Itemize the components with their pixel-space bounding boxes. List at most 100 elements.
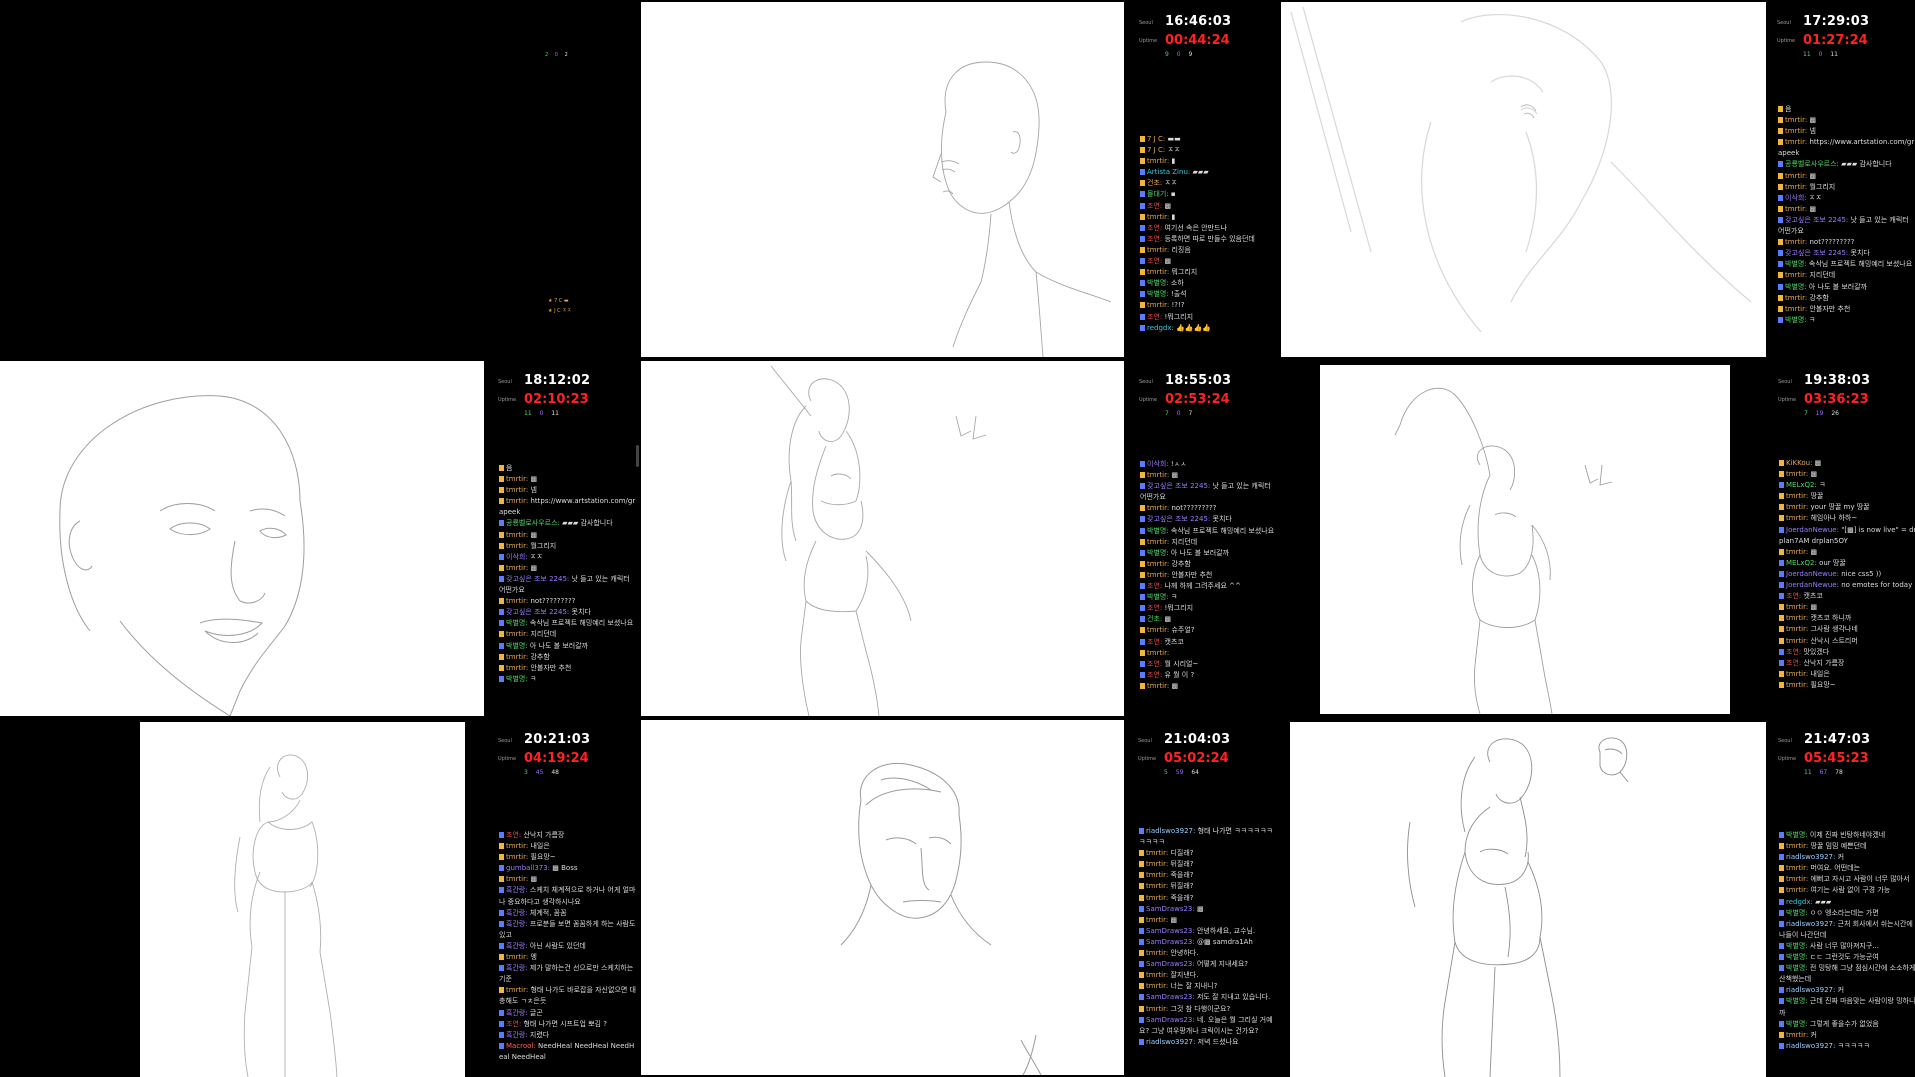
chat-username[interactable]: tmrtir: (1785, 183, 1809, 191)
chat-username[interactable]: 흑간랑: (506, 886, 530, 894)
chat-username[interactable]: JoerdanNewue: (1786, 570, 1841, 578)
chat-username[interactable]: tmrtir: (1147, 268, 1171, 276)
chat-username[interactable]: tmrtir: (1147, 571, 1171, 579)
stream-thumbnail-5[interactable]: Seoul 18:55:03 Uptime 02:53:24 7 0 7 이삭희… (640, 359, 1280, 718)
chat-username[interactable]: 갖고싶은 조보 2245: (1785, 249, 1851, 257)
chat-username[interactable]: 박별명: (1786, 942, 1810, 950)
chat-username[interactable]: 조연: (1786, 659, 1803, 667)
chat-username[interactable]: MELxQ2: (1786, 559, 1819, 567)
chat-username[interactable]: 갖고싶은 조보 2245: (506, 575, 572, 583)
stream-thumbnail-2[interactable]: Seoul 16:46:03 Uptime 00:44:24 9 0 9 7 J… (640, 0, 1280, 359)
chat-username[interactable]: SamDraws23: (1146, 993, 1197, 1001)
chat-username[interactable]: tmrtir: (506, 986, 530, 994)
chat-username[interactable]: tmrtir: (1146, 882, 1170, 890)
chat-box[interactable]: 음 tmrtir: ▩ tmrtir: 넴 tmrtir: https://www.a… (499, 463, 637, 718)
chat-username[interactable]: redgdx: (1786, 898, 1815, 906)
chat-username[interactable]: 박별명: (1786, 997, 1810, 1005)
chat-username[interactable]: tmrtir: (1786, 875, 1810, 883)
chat-box[interactable]: 박별명: 이제 진짜 빈탕하네야겠네 tmrtir: 땅꿀 밈밈 예쁜던데 riad… (1779, 830, 1915, 1077)
chat-username[interactable]: 박별명: (1147, 290, 1171, 298)
chat-username[interactable]: tmrtir: (1785, 172, 1809, 180)
chat-username[interactable]: 공룡벨로사우르스: (1785, 160, 1841, 168)
chat-username[interactable]: tmrtir: (1785, 294, 1809, 302)
chat-username[interactable]: tmrtir: (506, 531, 530, 539)
chat-username[interactable]: 박별명: (1785, 316, 1809, 324)
chat-box[interactable]: 이삭희: !ㅅㅅ tmrtir: ▩ 갖고싶은 조보 2245: 낫 들고 있는 캐… (1140, 459, 1277, 718)
chat-username[interactable]: tmrtir: (506, 564, 530, 572)
chat-username[interactable]: tmrtir: (506, 664, 530, 672)
chat-username[interactable]: tmrtir: (1786, 670, 1810, 678)
chat-username[interactable]: 흑간랑: (506, 964, 530, 972)
chat-username[interactable]: SamDraws23: (1146, 927, 1197, 935)
chat-username[interactable]: tmrtir: (506, 486, 530, 494)
chat-username[interactable]: tmrtir: (1786, 1031, 1810, 1039)
chat-username[interactable]: tmrtir: (1786, 681, 1810, 689)
chat-username[interactable]: tmrtir: (1146, 860, 1170, 868)
chat-username[interactable]: tmrtir: (1785, 238, 1809, 246)
chat-username[interactable]: tmrtir: (1786, 470, 1810, 478)
chat-username[interactable]: SamDraws23: (1146, 960, 1197, 968)
chat-username[interactable]: 박별명: (1786, 964, 1810, 972)
chat-username[interactable]: tmrtir: (1146, 871, 1170, 879)
chat-username[interactable]: Artista Zinu: (1147, 168, 1192, 176)
chat-username[interactable]: 갖고싶은 조보 2245: (506, 608, 572, 616)
chat-box[interactable]: KiKKou: ▩ tmrtir: ▩ MELxQ2: ㅋ tmrtir: 땅꿀 tmr… (1779, 458, 1915, 718)
chat-username[interactable]: 건초: (1147, 179, 1164, 187)
chat-username[interactable]: tmrtir: (1147, 471, 1171, 479)
chat-username[interactable]: tmrtir: (1785, 127, 1809, 135)
stream-thumbnail-6[interactable]: Seoul 19:38:03 Uptime 03:36:23 7 19 26 K… (1280, 359, 1915, 718)
chat-username[interactable]: JoerdanNewue: (1786, 526, 1841, 534)
chat-username[interactable]: tmrtir: (1785, 205, 1809, 213)
chat-box[interactable]: 음 tmrtir: ▩ tmrtir: 넴 tmrtir: https://www.a… (1778, 104, 1915, 359)
chat-username[interactable]: SamDraws23: (1146, 1016, 1197, 1024)
chat-username[interactable]: riadlswo3927: (1786, 986, 1838, 994)
chat-username[interactable]: 조연: (506, 1020, 523, 1028)
chat-username[interactable]: tmrtir: (1786, 503, 1810, 511)
chat-username[interactable]: 흑간랑: (506, 1009, 530, 1017)
chat-username[interactable]: 박별명: (1786, 831, 1810, 839)
chat-username[interactable]: 조연: (1147, 671, 1164, 679)
chat-username[interactable]: tmrtir: (506, 630, 530, 638)
chat-username[interactable]: tmrtir: (1785, 116, 1809, 124)
chat-username[interactable]: tmrtir: (1786, 842, 1810, 850)
chat-username[interactable]: 박별명: (1147, 549, 1171, 557)
chat-username[interactable]: 조연: (1147, 604, 1164, 612)
chat-username[interactable]: tmrtir: (506, 875, 530, 883)
chat-username[interactable]: tmrtir: (506, 597, 530, 605)
chat-username[interactable]: 박별명: (1147, 279, 1171, 287)
chat-username[interactable]: tmrtir: (1786, 886, 1810, 894)
chat-username[interactable]: tmrtir: (506, 497, 530, 505)
chat-username[interactable]: 이삭희: (1147, 460, 1171, 468)
chat-username[interactable]: redgdx: (1147, 324, 1176, 332)
chat-username[interactable]: 박별명: (506, 619, 530, 627)
chat-username[interactable]: riadlswo3927: (1786, 920, 1838, 928)
chat-username[interactable]: JoerdanNewue: (1786, 581, 1841, 589)
chat-username[interactable]: 흑간랑: (506, 920, 530, 928)
chat-username[interactable]: tmrtir: (1786, 548, 1810, 556)
chat-username[interactable]: MELxQ2: (1786, 481, 1819, 489)
chat-username[interactable]: 흑간랑: (506, 909, 530, 917)
chat-username[interactable]: riadlswo3927: (1786, 853, 1838, 861)
chat-username[interactable]: 박별명: (1786, 909, 1810, 917)
chat-username[interactable]: tmrtir: (1147, 682, 1171, 690)
chat-username[interactable]: tmrtir: (1147, 504, 1171, 512)
chat-username[interactable]: tmrtir: (1786, 637, 1810, 645)
chat-username[interactable]: 갖고싶은 조보 2245: (1147, 515, 1213, 523)
chat-username[interactable]: 7 J C: (1147, 146, 1167, 154)
chat-username[interactable]: 갖고싶은 조보 2245: (1785, 216, 1851, 224)
chat-username[interactable]: tmrtir: (1785, 138, 1809, 146)
chat-username[interactable]: tmrtir: (1786, 514, 1810, 522)
chat-username[interactable]: tmrtir: (1146, 849, 1170, 857)
chat-username[interactable]: 조연: (1147, 224, 1164, 232)
chat-username[interactable]: tmrtir: (1146, 916, 1170, 924)
chat-username[interactable]: tmrtir: (1147, 538, 1171, 546)
chat-username[interactable]: tmrtir: (1147, 301, 1171, 309)
chat-username[interactable]: tmrtir: (1146, 1005, 1170, 1013)
chat-username[interactable]: tmrtir: (506, 653, 530, 661)
chat-username[interactable]: tmrtir: (506, 853, 530, 861)
chat-username[interactable]: tmrtir: (1147, 649, 1169, 657)
stream-thumbnail-9[interactable]: Seoul 21:47:03 Uptime 05:45:23 11 67 78 … (1280, 718, 1915, 1077)
chat-username[interactable]: 조연: (1786, 592, 1803, 600)
chat-username[interactable]: tmrtir: (1146, 982, 1170, 990)
chat-username[interactable]: 박별명: (1785, 260, 1809, 268)
